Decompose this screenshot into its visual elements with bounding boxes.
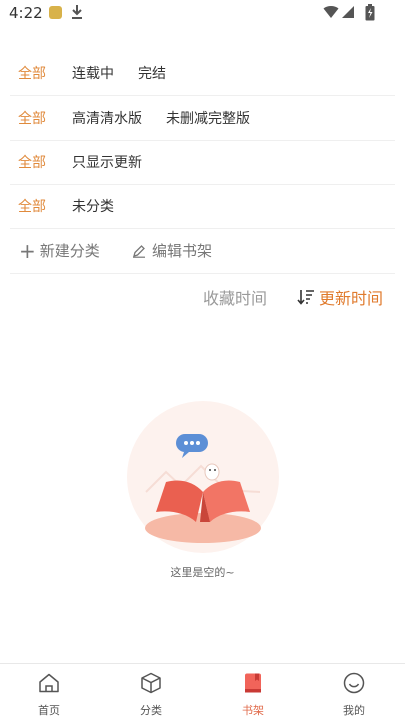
filter-uncut[interactable]: 未删减完整版 [166,108,250,128]
filter-row-status: 全部 连载中 完结 [10,50,395,96]
new-category-label: 新建分类 [39,242,100,260]
box-icon [141,672,161,694]
filter-hd-clean[interactable]: 高清清水版 [72,108,142,128]
filter-serializing[interactable]: 连载中 [72,63,114,83]
filter-uncategorized[interactable]: 未分类 [72,196,114,216]
battery-icon [365,4,375,21]
nav-home-label: 首页 [38,704,60,717]
download-icon [72,5,82,19]
filter-updated-only[interactable]: 只显示更新 [72,152,142,172]
sort-favorite-time[interactable]: 收藏时间 [203,285,267,309]
filter-completed[interactable]: 完结 [138,63,166,83]
filter-row-category: 全部 未分类 [10,183,395,229]
sort-update-time-label: 更新时间 [319,289,384,308]
filter-all[interactable]: 全部 [18,63,46,83]
empty-book-illustration [127,401,279,553]
sort-update-time[interactable]: 更新时间 [297,285,383,309]
filter-all[interactable]: 全部 [18,152,46,172]
nav-bookshelf-label: 书架 [242,704,264,717]
bookshelf-icon [245,673,261,693]
wifi-icon [323,6,339,19]
filter-row-update: 全部 只显示更新 [10,139,395,185]
filter-row-version: 全部 高清清水版 未删减完整版 [10,95,395,141]
nav-me-label: 我的 [343,704,365,717]
status-bar: 4:22 [0,0,405,26]
plus-icon: + [19,238,36,263]
filter-all[interactable]: 全部 [18,108,46,128]
status-time: 4:22 [9,4,43,22]
nav-bookshelf[interactable]: 书架 [213,664,293,721]
edit-shelf-label: 编辑书架 [152,242,213,260]
nav-home[interactable]: 首页 [9,664,89,721]
nav-category-label: 分类 [140,704,162,717]
filter-all[interactable]: 全部 [18,196,46,216]
sort-descending-icon [297,290,314,305]
shelf-actions: + 新建分类 编辑书架 [10,229,395,274]
nav-me[interactable]: 我的 [314,664,394,721]
app-notification-icon [49,6,62,19]
smile-icon [343,672,365,694]
home-icon [39,673,59,693]
empty-state-text: 这里是空的~ [170,566,235,579]
pencil-icon [133,244,145,258]
new-category-button[interactable]: + 新建分类 [19,240,100,261]
nav-category[interactable]: 分类 [111,664,191,721]
edit-shelf-button[interactable]: 编辑书架 [132,240,212,261]
signal-icon [342,6,354,18]
bottom-nav: 首页 分类 书架 我的 [0,663,405,721]
